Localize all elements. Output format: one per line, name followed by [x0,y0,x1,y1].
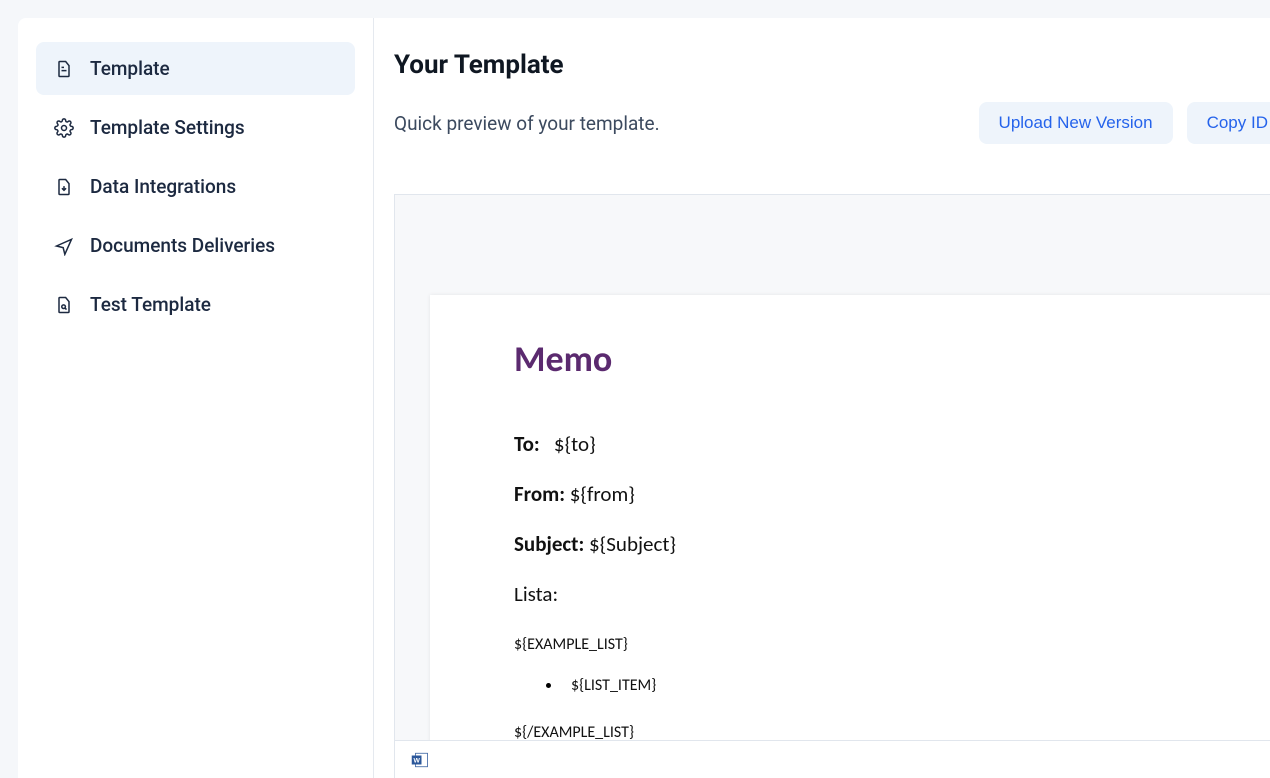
page-title: Your Template [394,50,1270,80]
bullet-icon [546,683,551,688]
doc-from-value: ${from} [570,481,635,507]
document-page: Memo To: ${to} From: ${from} Subject: ${… [430,295,1270,778]
doc-bullet-row: ${LIST_ITEM} [514,676,1204,695]
sidebar-item-documents-deliveries[interactable]: Documents Deliveries [36,219,355,272]
doc-row-from: From: ${from} [514,481,1204,507]
download-icon [54,177,74,197]
doc-row-subject: Subject: ${Subject} [514,531,1204,557]
sidebar-item-data-integrations[interactable]: Data Integrations [36,160,355,213]
copy-id-button[interactable]: Copy ID [1187,102,1270,144]
svg-text:W: W [413,757,420,764]
upload-new-version-button[interactable]: Upload New Version [979,102,1173,144]
sidebar: Template Template Settings Data Integrat… [18,18,374,778]
main-content: Your Template Quick preview of your temp… [374,18,1270,778]
doc-subject-value: ${Subject} [589,531,676,557]
sidebar-item-label: Template [90,57,170,80]
doc-from-label: From: [514,481,565,507]
doc-list-item: ${LIST_ITEM} [571,676,656,695]
send-icon [54,236,74,256]
sidebar-item-label: Data Integrations [90,175,236,198]
document-icon [54,59,74,79]
sidebar-item-label: Template Settings [90,116,245,139]
doc-lista-label: Lista: [514,581,558,607]
doc-list-open-tag: ${EXAMPLE_LIST} [514,635,1204,654]
template-preview: Memo To: ${to} From: ${from} Subject: ${… [394,194,1270,778]
doc-row-lista: Lista: [514,581,1204,607]
doc-row-to: To: ${to} [514,431,1204,457]
search-document-icon [54,295,74,315]
sidebar-item-label: Documents Deliveries [90,234,275,257]
sidebar-item-template-settings[interactable]: Template Settings [36,101,355,154]
gear-icon [54,118,74,138]
sidebar-item-test-template[interactable]: Test Template [36,278,355,331]
doc-subject-label: Subject: [514,531,584,557]
sidebar-item-label: Test Template [90,293,211,316]
doc-memo-title: Memo [514,337,1204,381]
preview-bottom-bar: W [395,740,1270,778]
page-subtitle: Quick preview of your template. [394,112,660,135]
sidebar-item-template[interactable]: Template [36,42,355,95]
doc-to-label: To: [514,431,540,457]
doc-to-value: ${to} [554,431,596,457]
